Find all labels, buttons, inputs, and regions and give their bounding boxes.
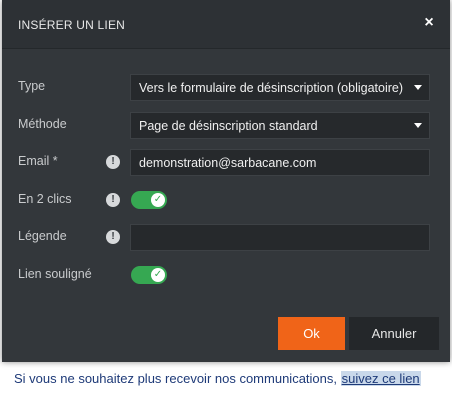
check-icon: ✓ xyxy=(151,268,165,282)
check-icon: ✓ xyxy=(151,193,165,207)
underline-row: Lien souligné ✓ xyxy=(2,262,450,288)
email-label: Email * xyxy=(18,154,58,168)
legend-row: Légende ! xyxy=(2,224,450,251)
chevron-down-icon xyxy=(414,123,422,128)
type-select-value: Vers le formulaire de désinscription (ob… xyxy=(139,81,404,95)
footer-message: Si vous ne souhaitez plus recevoir nos c… xyxy=(14,371,337,386)
unsubscribe-link[interactable]: suivez ce lien xyxy=(340,371,421,386)
two-clicks-label: En 2 clics xyxy=(18,192,72,206)
underline-label: Lien souligné xyxy=(18,267,92,281)
two-clicks-toggle[interactable]: ✓ xyxy=(131,191,167,209)
dialog-header: INSÉRER UN LIEN × xyxy=(2,0,450,49)
info-icon[interactable]: ! xyxy=(106,155,120,169)
type-label: Type xyxy=(18,79,46,93)
method-label: Méthode xyxy=(18,117,67,131)
legend-label: Légende xyxy=(18,229,67,243)
type-row: Type Vers le formulaire de désinscriptio… xyxy=(2,74,450,101)
method-select-value: Page de désinscription standard xyxy=(139,119,318,133)
method-row: Méthode Page de désinscription standard xyxy=(2,112,450,139)
email-field[interactable]: demonstration@sarbacane.com xyxy=(130,149,430,176)
info-icon[interactable]: ! xyxy=(106,230,120,244)
dialog-title: INSÉRER UN LIEN xyxy=(18,18,126,32)
two-clicks-row: En 2 clics ! ✓ xyxy=(2,187,450,213)
cancel-button[interactable]: Annuler xyxy=(349,317,439,350)
close-icon[interactable]: × xyxy=(420,14,438,32)
chevron-down-icon xyxy=(414,85,422,90)
underline-toggle[interactable]: ✓ xyxy=(131,266,167,284)
footer-text: Si vous ne souhaitez plus recevoir nos c… xyxy=(14,371,421,386)
legend-field[interactable] xyxy=(130,224,430,251)
insert-link-dialog: INSÉRER UN LIEN × Type Vers le formulair… xyxy=(2,0,450,362)
ok-button[interactable]: Ok xyxy=(278,317,345,350)
info-icon[interactable]: ! xyxy=(106,193,120,207)
type-select[interactable]: Vers le formulaire de désinscription (ob… xyxy=(130,74,430,101)
email-row: Email * ! demonstration@sarbacane.com xyxy=(2,149,450,176)
method-select[interactable]: Page de désinscription standard xyxy=(130,112,430,139)
